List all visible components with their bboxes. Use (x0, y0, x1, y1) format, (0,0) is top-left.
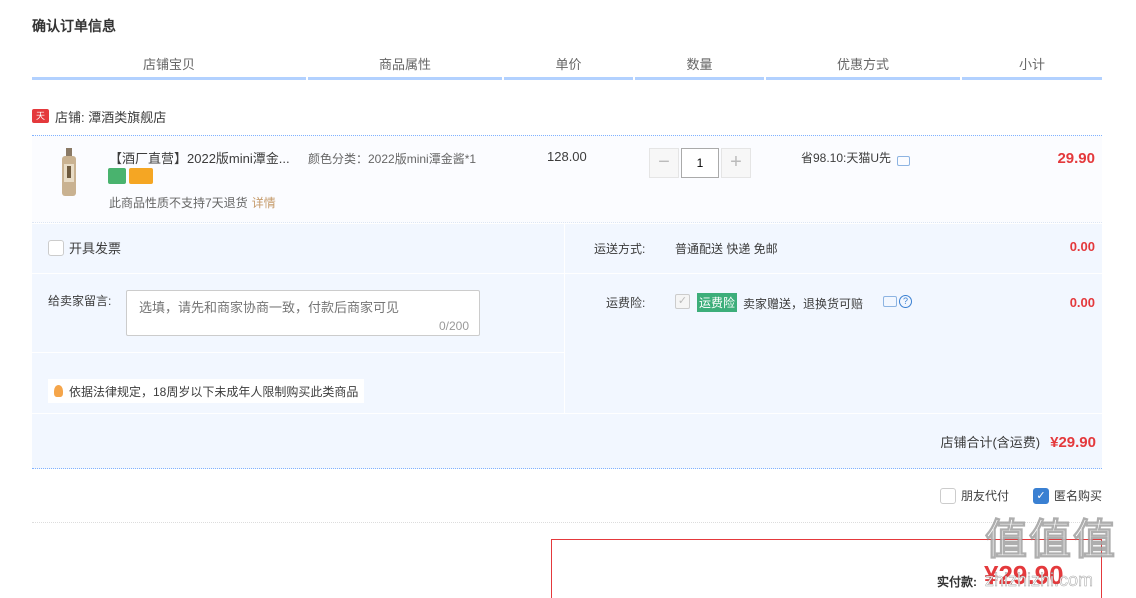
payment-label: 实付款: (937, 575, 977, 589)
col-shop-item: 店铺宝贝 (32, 56, 306, 80)
quantity-stepper: − + (649, 148, 751, 178)
shipping-label: 运送方式: (594, 242, 646, 256)
item-promo: 省98.10:天猫U先 (801, 149, 911, 166)
order-item: 【酒厂直营】2022版mini潭金... 此商品性质不支持7天退货 详情 颜色分类… (32, 135, 1102, 223)
law-notice-text: 依据法律规定，18周岁以下未成年人限制购买此类商品 (69, 384, 359, 399)
guarantee-badge-icon[interactable] (108, 168, 126, 184)
shipping-fee: 0.00 (1069, 239, 1095, 254)
card-badge-icon[interactable] (129, 168, 153, 184)
item-badges (108, 168, 153, 184)
watermark-logo: 值值值 (985, 516, 1118, 563)
col-unit-price: 单价 (504, 56, 633, 80)
invoice-option[interactable]: 开具发票 (48, 238, 121, 257)
shop-total-value: ¥29.90 (1050, 434, 1096, 451)
col-quantity: 数量 (635, 56, 764, 80)
insurance-checkbox: ✓ (675, 294, 690, 309)
tmall-icon: 天猫 (32, 109, 49, 135)
insurance-tag: 运费险 (697, 293, 738, 312)
bulb-icon (54, 385, 63, 397)
shipping-method: 普通配送 快递 免邮 (675, 242, 778, 256)
shop-total-label: 店铺合计(含运费) (940, 435, 1041, 450)
divider (32, 522, 1102, 523)
quantity-input[interactable] (681, 148, 719, 178)
invoice-checkbox[interactable] (48, 239, 64, 256)
friend-pay-label: 朋友代付 (960, 489, 1009, 503)
page-title: 确认订单信息 (32, 18, 116, 34)
watermark: 值值值 zhizhizhi.com (985, 516, 1135, 596)
quantity-increase-button[interactable]: + (721, 148, 751, 178)
law-notice: 依据法律规定，18周岁以下未成年人限制购买此类商品 (48, 379, 365, 403)
col-subtotal: 小计 (962, 56, 1102, 80)
chat-icon[interactable] (883, 296, 897, 307)
shop-row: 天猫 店铺: 潭酒类旗舰店 (32, 106, 166, 135)
anonymous-option[interactable]: ✓ 匿名购买 (1032, 487, 1102, 504)
promo-text: 省98.10:天猫U先 (801, 151, 892, 165)
shop-total: 店铺合计(含运费) ¥29.90 (940, 432, 1096, 451)
insurance-icons: ? (883, 295, 912, 308)
help-icon[interactable]: ? (899, 295, 912, 308)
item-property: 颜色分类：2022版mini潭金酱*1 (308, 152, 477, 166)
order-options: 开具发票 给卖家留言: 0/200 依据法律规定，18周岁以下未成年人限制购买此… (32, 224, 1102, 469)
no-return-text: 此商品性质不支持7天退货 (109, 196, 248, 210)
item-subtotal: 29.90 (1057, 150, 1095, 167)
options-separator-bottom (32, 413, 1102, 414)
col-item-property: 商品属性 (308, 56, 502, 80)
product-thumbnail[interactable] (54, 148, 84, 198)
options-separator (32, 273, 1102, 274)
anonymous-checkbox[interactable]: ✓ (1032, 487, 1049, 504)
purchase-checks: 朋友代付 ✓ 匿名购买 (916, 487, 1102, 504)
item-unit-price: 128.00 (547, 149, 587, 164)
seller-message-input[interactable] (127, 291, 479, 335)
item-title-link[interactable]: 【酒厂直营】2022版mini潭金... (109, 148, 305, 167)
message-box: 0/200 (126, 290, 480, 336)
insurance-fee: 0.00 (1069, 295, 1095, 310)
insurance-text: 卖家赠送，退换货可赔 (743, 297, 864, 311)
anonymous-label: 匿名购买 (1053, 489, 1102, 503)
friend-pay-checkbox[interactable] (939, 487, 956, 504)
watermark-domain: zhizhizhi.com (985, 570, 1094, 591)
col-discount: 优惠方式 (766, 56, 960, 80)
shop-name-link[interactable]: 店铺: 潭酒类旗舰店 (55, 107, 166, 126)
quantity-decrease-button[interactable]: − (649, 148, 679, 178)
no-return-notice: 此商品性质不支持7天退货 详情 (109, 194, 276, 211)
column-header: 店铺宝贝 商品属性 单价 数量 优惠方式 小计 (32, 56, 1102, 80)
invoice-label: 开具发票 (69, 241, 122, 256)
detail-link[interactable]: 详情 (252, 196, 276, 210)
options-separator-left (32, 352, 565, 353)
friend-pay-option[interactable]: 朋友代付 (939, 487, 1009, 504)
message-label: 给卖家留言: (48, 294, 112, 308)
message-count: 0/200 (438, 319, 469, 333)
chat-icon[interactable] (897, 155, 911, 166)
insurance-label: 运费险: (606, 296, 646, 310)
